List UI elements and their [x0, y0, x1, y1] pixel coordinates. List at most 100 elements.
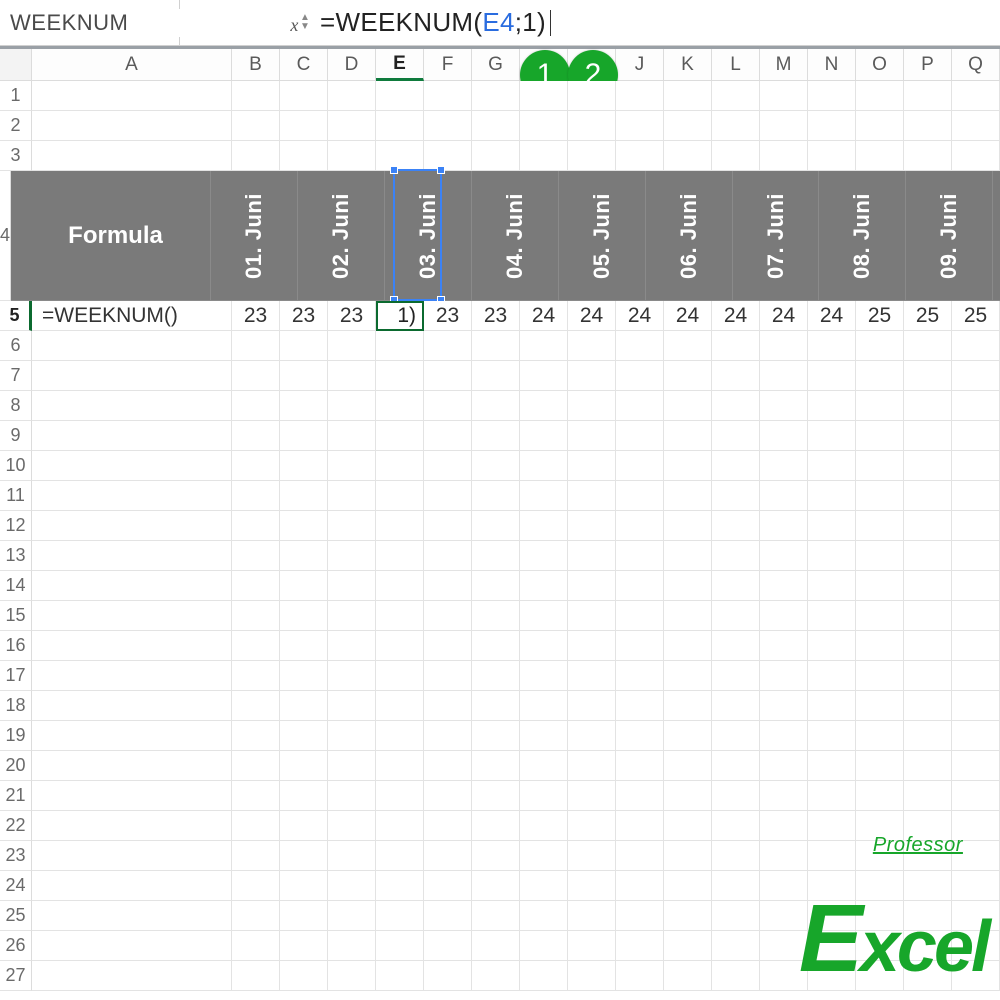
cell-L5[interactable]: 24 [712, 301, 760, 331]
row-11: 11 [0, 481, 1000, 511]
row-3: 3 [0, 141, 1000, 171]
row-head-15[interactable]: 15 [0, 601, 32, 631]
cell-P5[interactable]: 25 [904, 301, 952, 331]
row-head-3[interactable]: 3 [0, 141, 32, 171]
cell-J5[interactable]: 24 [616, 301, 664, 331]
row-9: 9 [0, 421, 1000, 451]
row-head-9[interactable]: 9 [0, 421, 32, 451]
row-4: 4 Formula 01. Juni 02. Juni 03. Juni 04.… [0, 171, 1000, 301]
cell-J4[interactable]: 09. Juni [906, 171, 993, 301]
cell-Q5[interactable]: 25 [952, 301, 1000, 331]
cell-G5[interactable]: 23 [472, 301, 520, 331]
row-5: 5 =WEEKNUM() 23 23 23 1) 23 23 24 24 24 … [0, 301, 1000, 331]
row-head-23[interactable]: 23 [0, 841, 32, 871]
row-head-7[interactable]: 7 [0, 361, 32, 391]
cell-F4[interactable]: 05. Juni [559, 171, 646, 301]
row-7: 7 [0, 361, 1000, 391]
cell-N5[interactable]: 24 [808, 301, 856, 331]
col-head-D[interactable]: D [328, 49, 376, 81]
cell-E4[interactable]: 04. Juni [472, 171, 559, 301]
row-head-20[interactable]: 20 [0, 751, 32, 781]
row-17: 17 [0, 661, 1000, 691]
row-1: 1 [0, 81, 1000, 111]
row-head-6[interactable]: 6 [0, 331, 32, 361]
cell-B4[interactable]: 01. Juni [211, 171, 298, 301]
row-head-26[interactable]: 26 [0, 931, 32, 961]
row-head-2[interactable]: 2 [0, 111, 32, 141]
name-box-input[interactable] [8, 9, 300, 37]
formula-text-suffix: ;1) [515, 7, 546, 38]
row-2: 2 [0, 111, 1000, 141]
cell-F5[interactable]: 23 [424, 301, 472, 331]
col-head-N[interactable]: N [808, 49, 856, 81]
row-head-1[interactable]: 1 [0, 81, 32, 111]
col-head-C[interactable]: C [280, 49, 328, 81]
cell-E5-editing[interactable]: 1) [376, 301, 424, 331]
col-head-Q[interactable]: Q [952, 49, 1000, 81]
cell-C5[interactable]: 23 [280, 301, 328, 331]
cell-M5[interactable]: 24 [760, 301, 808, 331]
col-head-L[interactable]: L [712, 49, 760, 81]
formula-bar: ▲ ▼ fx =WEEKNUM(E4;1) [0, 0, 1000, 46]
cell-A4[interactable]: Formula [11, 171, 211, 301]
col-head-G[interactable]: G [472, 49, 520, 81]
col-head-E[interactable]: E [376, 49, 424, 81]
cell-K5[interactable]: 24 [664, 301, 712, 331]
row-head-14[interactable]: 14 [0, 571, 32, 601]
row-head-22[interactable]: 22 [0, 811, 32, 841]
row-head-11[interactable]: 11 [0, 481, 32, 511]
row-21: 21 [0, 781, 1000, 811]
cell-I4[interactable]: 08. Juni [819, 171, 906, 301]
professor-excel-logo: Professor Excel [799, 882, 988, 972]
row-10: 10 [0, 451, 1000, 481]
col-head-O[interactable]: O [856, 49, 904, 81]
formula-text-prefix: =WEEKNUM( [320, 7, 482, 38]
cell-A5[interactable]: =WEEKNUM() [32, 301, 232, 331]
column-header-row: A B C D E F G H I J K L M N O P Q [0, 49, 1000, 81]
cell-G4[interactable]: 06. Juni [646, 171, 733, 301]
col-head-K[interactable]: K [664, 49, 712, 81]
name-box-stepper[interactable]: ▲ ▼ [300, 14, 310, 31]
col-head-J[interactable]: J [616, 49, 664, 81]
name-box[interactable]: ▲ ▼ [0, 0, 180, 45]
cell-B5[interactable]: 23 [232, 301, 280, 331]
row-head-16[interactable]: 16 [0, 631, 32, 661]
stepper-down-icon[interactable]: ▼ [300, 23, 310, 31]
row-head-12[interactable]: 12 [0, 511, 32, 541]
row-19: 19 [0, 721, 1000, 751]
row-head-24[interactable]: 24 [0, 871, 32, 901]
row-15: 15 [0, 601, 1000, 631]
select-all-corner[interactable] [0, 49, 32, 81]
cell-A1[interactable] [32, 81, 232, 111]
cell-D4[interactable]: 03. Juni [385, 171, 472, 301]
formula-input[interactable]: =WEEKNUM(E4;1) [314, 7, 1000, 38]
row-head-8[interactable]: 8 [0, 391, 32, 421]
row-16: 16 [0, 631, 1000, 661]
row-head-25[interactable]: 25 [0, 901, 32, 931]
cell-D5[interactable]: 23 [328, 301, 376, 331]
row-head-21[interactable]: 21 [0, 781, 32, 811]
row-head-17[interactable]: 17 [0, 661, 32, 691]
row-head-27[interactable]: 27 [0, 961, 32, 991]
row-18: 18 [0, 691, 1000, 721]
row-head-13[interactable]: 13 [0, 541, 32, 571]
cell-H5[interactable]: 24 [520, 301, 568, 331]
cell-K4[interactable]: 10. Juni [993, 171, 1000, 301]
col-head-F[interactable]: F [424, 49, 472, 81]
row-head-18[interactable]: 18 [0, 691, 32, 721]
row-head-5[interactable]: 5 [0, 301, 32, 331]
text-cursor [550, 10, 551, 36]
col-head-M[interactable]: M [760, 49, 808, 81]
cell-H4[interactable]: 07. Juni [733, 171, 820, 301]
cell-I5[interactable]: 24 [568, 301, 616, 331]
row-head-4[interactable]: 4 [0, 171, 11, 301]
spreadsheet: A B C D E F G H I J K L M N O P Q 1 2 3 … [0, 46, 1000, 991]
col-head-P[interactable]: P [904, 49, 952, 81]
cell-C4[interactable]: 02. Juni [298, 171, 385, 301]
cell-O5[interactable]: 25 [856, 301, 904, 331]
col-head-B[interactable]: B [232, 49, 280, 81]
row-8: 8 [0, 391, 1000, 421]
col-head-A[interactable]: A [32, 49, 232, 81]
row-head-19[interactable]: 19 [0, 721, 32, 751]
row-head-10[interactable]: 10 [0, 451, 32, 481]
